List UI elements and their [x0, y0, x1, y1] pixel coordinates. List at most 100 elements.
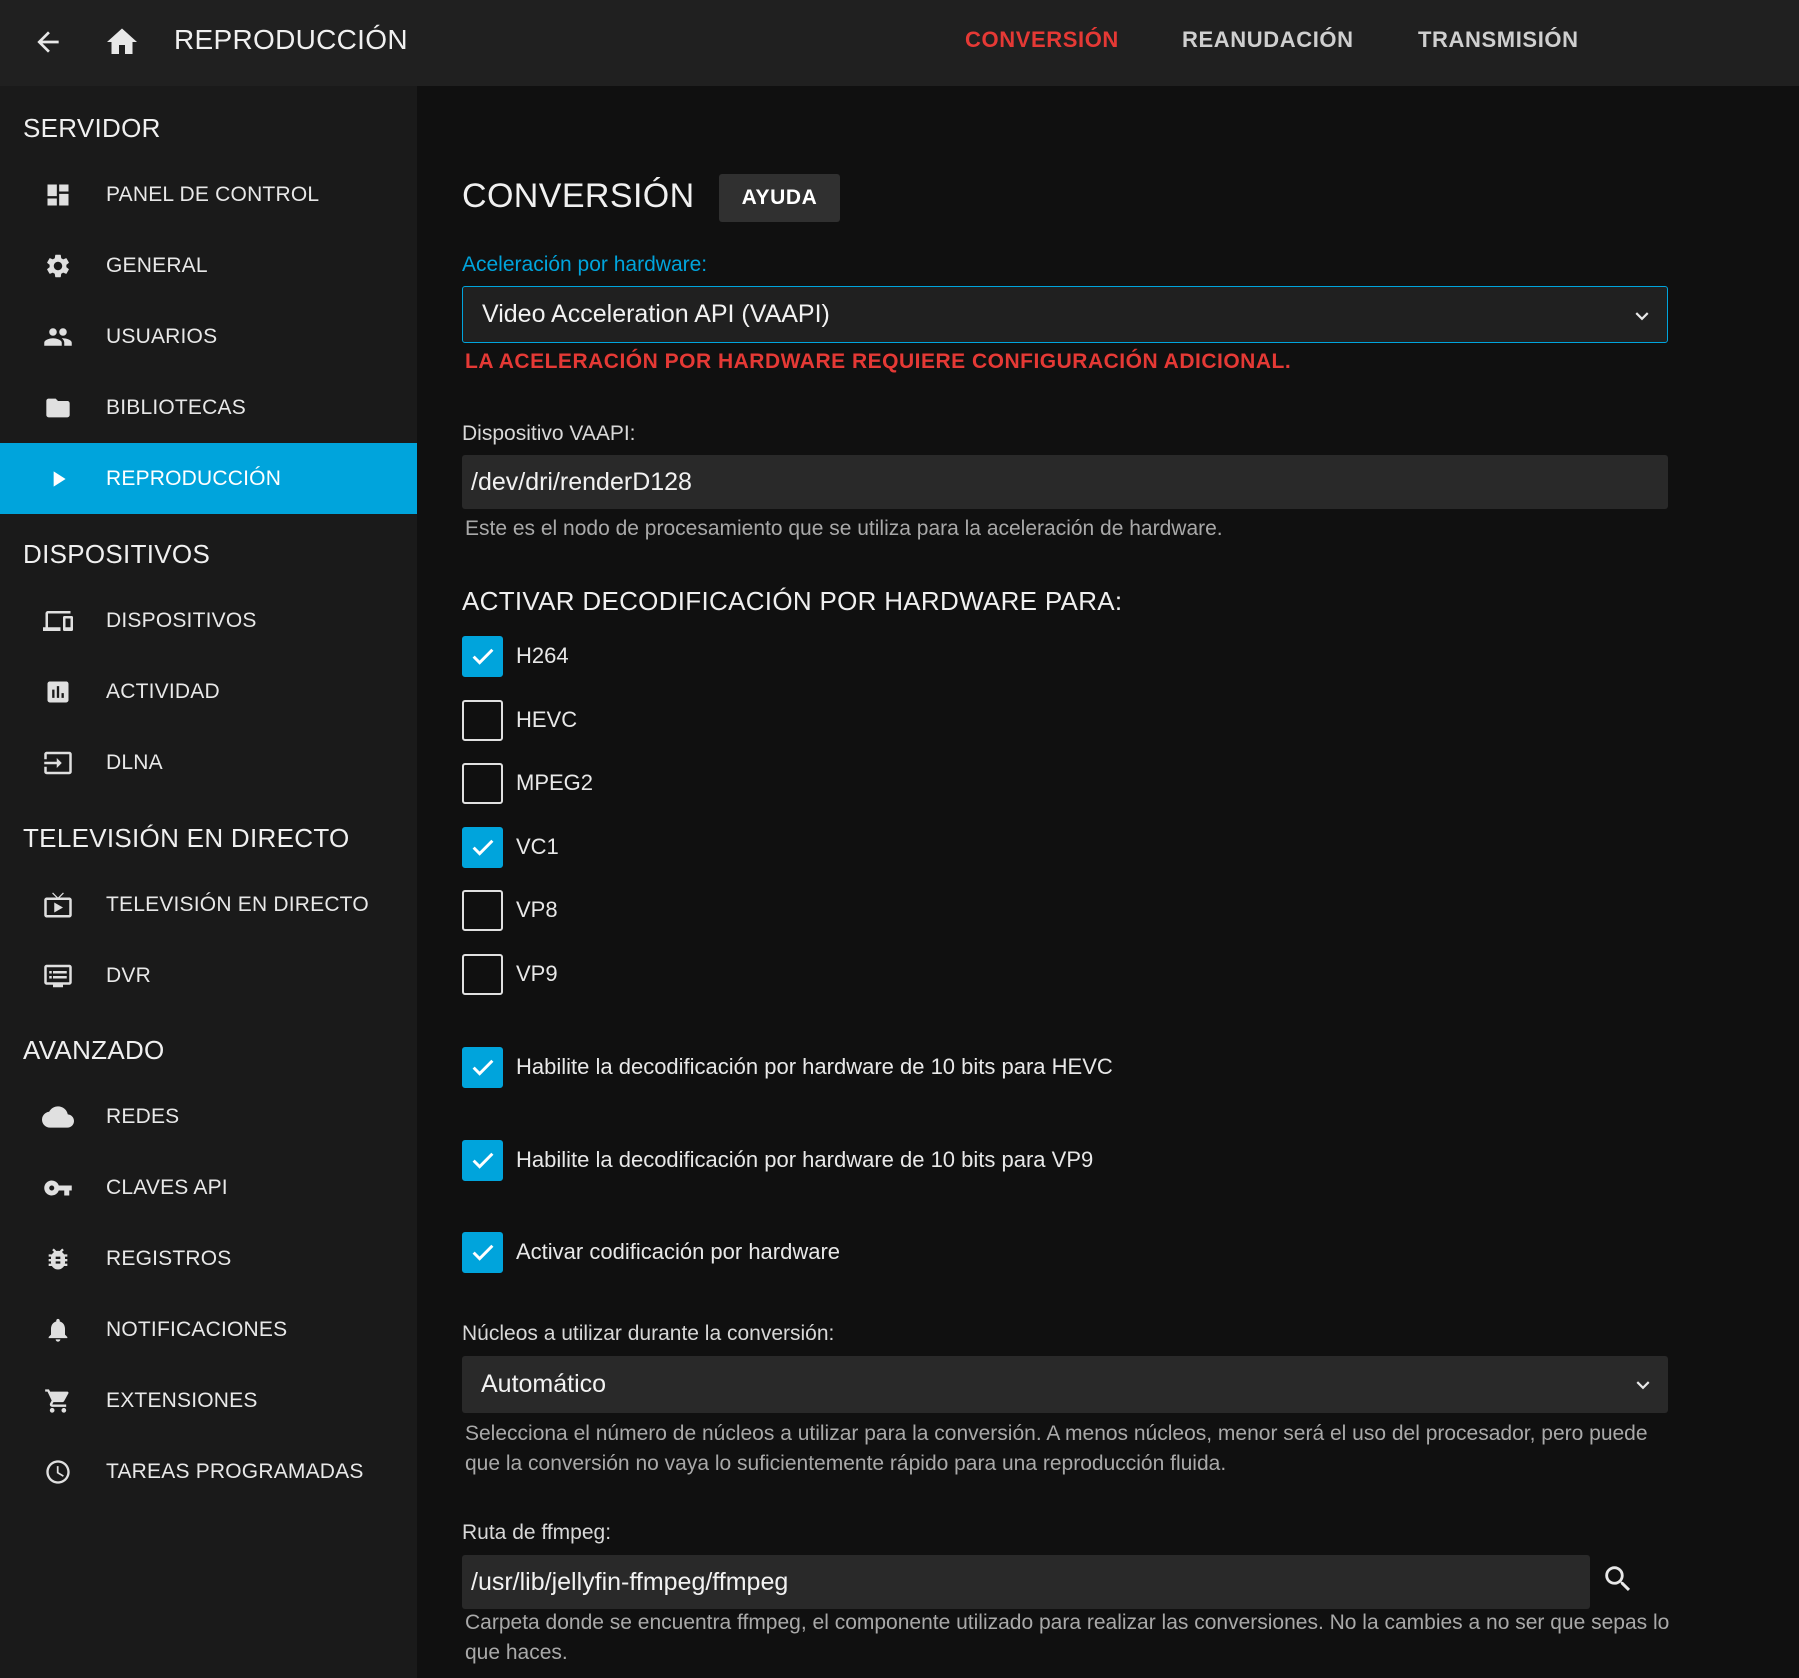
sidebar-item-plugins[interactable]: EXTENSIONES [0, 1365, 417, 1436]
checkbox[interactable] [462, 1139, 503, 1181]
sidebar-item-notifications[interactable]: NOTIFICACIONES [0, 1294, 417, 1365]
check-icon [472, 1059, 493, 1076]
codec-checkbox-vp9[interactable]: VP9 [462, 953, 558, 995]
main-content: CONVERSIÓN AYUDA Aceleración por hardwar… [417, 86, 1799, 1678]
hw-accel-select[interactable]: Video Acceleration API (VAAPI) [462, 286, 1668, 343]
sidebar-item-label: CLAVES API [106, 1175, 228, 1199]
sidebar-item-dlna[interactable]: DLNA [0, 727, 417, 798]
sidebar-item-label: NOTIFICACIONES [106, 1317, 288, 1341]
checkbox-label: Activar codificación por hardware [516, 1239, 841, 1264]
sidebar-item-label: REGISTROS [106, 1246, 232, 1270]
sidebar-item-api-keys[interactable]: CLAVES API [0, 1152, 417, 1223]
sidebar-item-dvr[interactable]: DVR [0, 940, 417, 1011]
hw-accel-value: Video Acceleration API (VAAPI) [482, 300, 830, 328]
app-header: REPRODUCCIÓN CONVERSIÓN REANUDACIÓN TRAN… [0, 0, 1799, 86]
check-icon [472, 1152, 493, 1169]
activity-chart-icon [40, 674, 76, 710]
play-icon [40, 461, 76, 497]
clock-icon [40, 1454, 76, 1490]
sidebar-section-live-tv: TELEVISIÓN EN DIRECTO [23, 823, 350, 853]
sidebar-section-server: SERVIDOR [23, 113, 161, 143]
sidebar-item-label: DLNA [106, 750, 163, 774]
checkbox-label: H264 [516, 643, 569, 668]
sidebar-item-label: TELEVISIÓN EN DIRECTO [106, 892, 369, 916]
sidebar-item-users[interactable]: USUARIOS [0, 301, 417, 372]
checkbox[interactable] [462, 1046, 503, 1088]
codec-checkbox-vp8[interactable]: VP8 [462, 889, 558, 931]
sidebar-item-scheduled-tasks[interactable]: TAREAS PROGRAMADAS [0, 1436, 417, 1507]
chevron-down-icon [1636, 1381, 1650, 1390]
codec-checkbox-h264[interactable]: H264 [462, 635, 569, 677]
sidebar-section-advanced: AVANZADO [23, 1035, 165, 1065]
checkbox-label: VP8 [516, 897, 558, 922]
sidebar-item-live-tv[interactable]: TELEVISIÓN EN DIRECTO [0, 869, 417, 940]
threads-value: Automático [481, 1370, 607, 1398]
codec-checkbox-vc1[interactable]: VC1 [462, 826, 559, 868]
cloud-icon [40, 1099, 76, 1135]
sidebar-item-libraries[interactable]: BIBLIOTECAS [0, 372, 417, 443]
sidebar-item-general[interactable]: GENERAL [0, 230, 417, 301]
checkbox[interactable] [462, 953, 503, 995]
checkbox-label: Habilite la decodificación por hardware … [516, 1054, 1113, 1079]
sidebar-item-dashboard[interactable]: PANEL DE CONTROL [0, 159, 417, 230]
threads-label: Núcleos a utilizar durante la conversión… [462, 1322, 835, 1345]
hw-accel-label: Aceleración por hardware: [462, 253, 708, 276]
option-checkbox-hw-encoding[interactable]: Activar codificación por hardware [462, 1231, 840, 1273]
help-button[interactable]: AYUDA [719, 174, 840, 222]
sidebar-item-label: REPRODUCCIÓN [106, 466, 282, 490]
ffmpeg-path-input[interactable]: /usr/lib/jellyfin-ffmpeg/ffmpeg [462, 1555, 1590, 1609]
key-icon [40, 1170, 76, 1206]
option-checkbox-vp9-10bit[interactable]: Habilite la decodificación por hardware … [462, 1139, 1093, 1181]
ffmpeg-path-label: Ruta de ffmpeg: [462, 1521, 612, 1544]
threads-helper: Selecciona el número de núcleos a utiliz… [465, 1422, 1648, 1475]
sidebar-item-label: PANEL DE CONTROL [106, 182, 320, 206]
vaapi-device-label: Dispositivo VAAPI: [462, 422, 636, 445]
decode-heading: ACTIVAR DECODIFICACIÓN POR HARDWARE PARA… [462, 586, 1123, 616]
check-icon [472, 648, 493, 665]
sidebar-section-devices: DISPOSITIVOS [23, 539, 211, 569]
dvr-icon [40, 958, 76, 994]
checkbox[interactable] [462, 826, 503, 868]
checkbox[interactable] [462, 889, 503, 931]
tab-resume[interactable]: REANUDACIÓN [1182, 20, 1354, 60]
sidebar-item-label: DVR [106, 963, 151, 987]
vaapi-device-input[interactable]: /dev/dri/renderD128 [462, 455, 1668, 509]
sidebar-item-label: TAREAS PROGRAMADAS [106, 1459, 364, 1483]
checkbox[interactable] [462, 1231, 503, 1273]
sidebar-item-label: USUARIOS [106, 324, 218, 348]
live-tv-icon [40, 887, 76, 923]
checkbox[interactable] [462, 699, 503, 741]
sidebar-item-label: BIBLIOTECAS [106, 395, 246, 419]
devices-icon [40, 603, 76, 639]
checkbox-label: MPEG2 [516, 770, 594, 795]
dashboard-icon [40, 177, 76, 213]
tab-conversion[interactable]: CONVERSIÓN [965, 20, 1119, 60]
checkbox[interactable] [462, 635, 503, 677]
codec-checkbox-hevc[interactable]: HEVC [462, 699, 577, 741]
check-icon [472, 839, 493, 856]
search-icon [1605, 1566, 1631, 1592]
sidebar-item-networking[interactable]: REDES [0, 1081, 417, 1152]
back-button[interactable] [24, 18, 72, 66]
sidebar-item-playback[interactable]: REPRODUCCIÓN [0, 443, 417, 514]
vaapi-device-helper: Este es el nodo de procesamiento que se … [465, 517, 1223, 540]
checkbox-label: Habilite la decodificación por hardware … [516, 1147, 1094, 1172]
sidebar-item-label: EXTENSIONES [106, 1388, 258, 1412]
codec-checkbox-mpeg2[interactable]: MPEG2 [462, 762, 593, 804]
page-header-title: REPRODUCCIÓN [174, 24, 408, 55]
ffmpeg-browse-button[interactable] [1593, 1554, 1643, 1604]
home-button[interactable] [98, 18, 146, 66]
sidebar-item-label: GENERAL [106, 253, 208, 277]
tab-streaming[interactable]: TRANSMISIÓN [1418, 20, 1579, 60]
folder-icon [40, 390, 76, 426]
chevron-down-icon [1635, 312, 1649, 321]
sidebar-item-label: DISPOSITIVOS [106, 608, 257, 632]
option-checkbox-hevc-10bit[interactable]: Habilite la decodificación por hardware … [462, 1046, 1113, 1088]
sidebar-item-activity[interactable]: ACTIVIDAD [0, 656, 417, 727]
sidebar-item-logs[interactable]: REGISTROS [0, 1223, 417, 1294]
threads-select[interactable]: Automático [462, 1356, 1668, 1413]
checkbox-label: HEVC [516, 707, 578, 732]
sidebar-item-devices[interactable]: DISPOSITIVOS [0, 585, 417, 656]
sidebar: SERVIDOR PANEL DE CONTROL GENERAL USUARI… [0, 86, 417, 1678]
checkbox[interactable] [462, 762, 503, 804]
